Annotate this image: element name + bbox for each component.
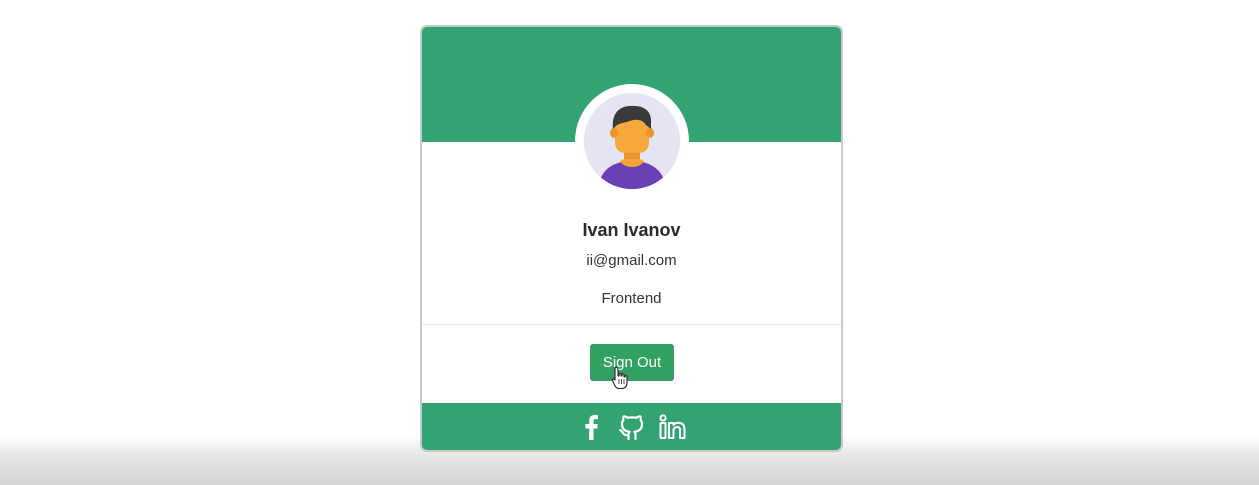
user-avatar-icon <box>584 93 680 189</box>
facebook-icon <box>584 414 598 440</box>
card-footer <box>422 403 841 450</box>
avatar <box>584 93 680 189</box>
profile-card: Ivan Ivanov ii@gmail.com Frontend Sign O… <box>420 25 843 452</box>
linkedin-icon <box>658 413 685 439</box>
github-link[interactable] <box>618 412 646 442</box>
profile-email: ii@gmail.com <box>586 252 677 269</box>
facebook-link[interactable] <box>577 412 605 442</box>
profile-name: Ivan Ivanov <box>582 220 681 240</box>
sign-out-button[interactable]: Sign Out <box>590 344 674 381</box>
github-icon <box>618 414 643 440</box>
divider <box>422 324 841 325</box>
linkedin-link[interactable] <box>658 412 687 442</box>
profile-role: Frontend <box>601 290 662 307</box>
